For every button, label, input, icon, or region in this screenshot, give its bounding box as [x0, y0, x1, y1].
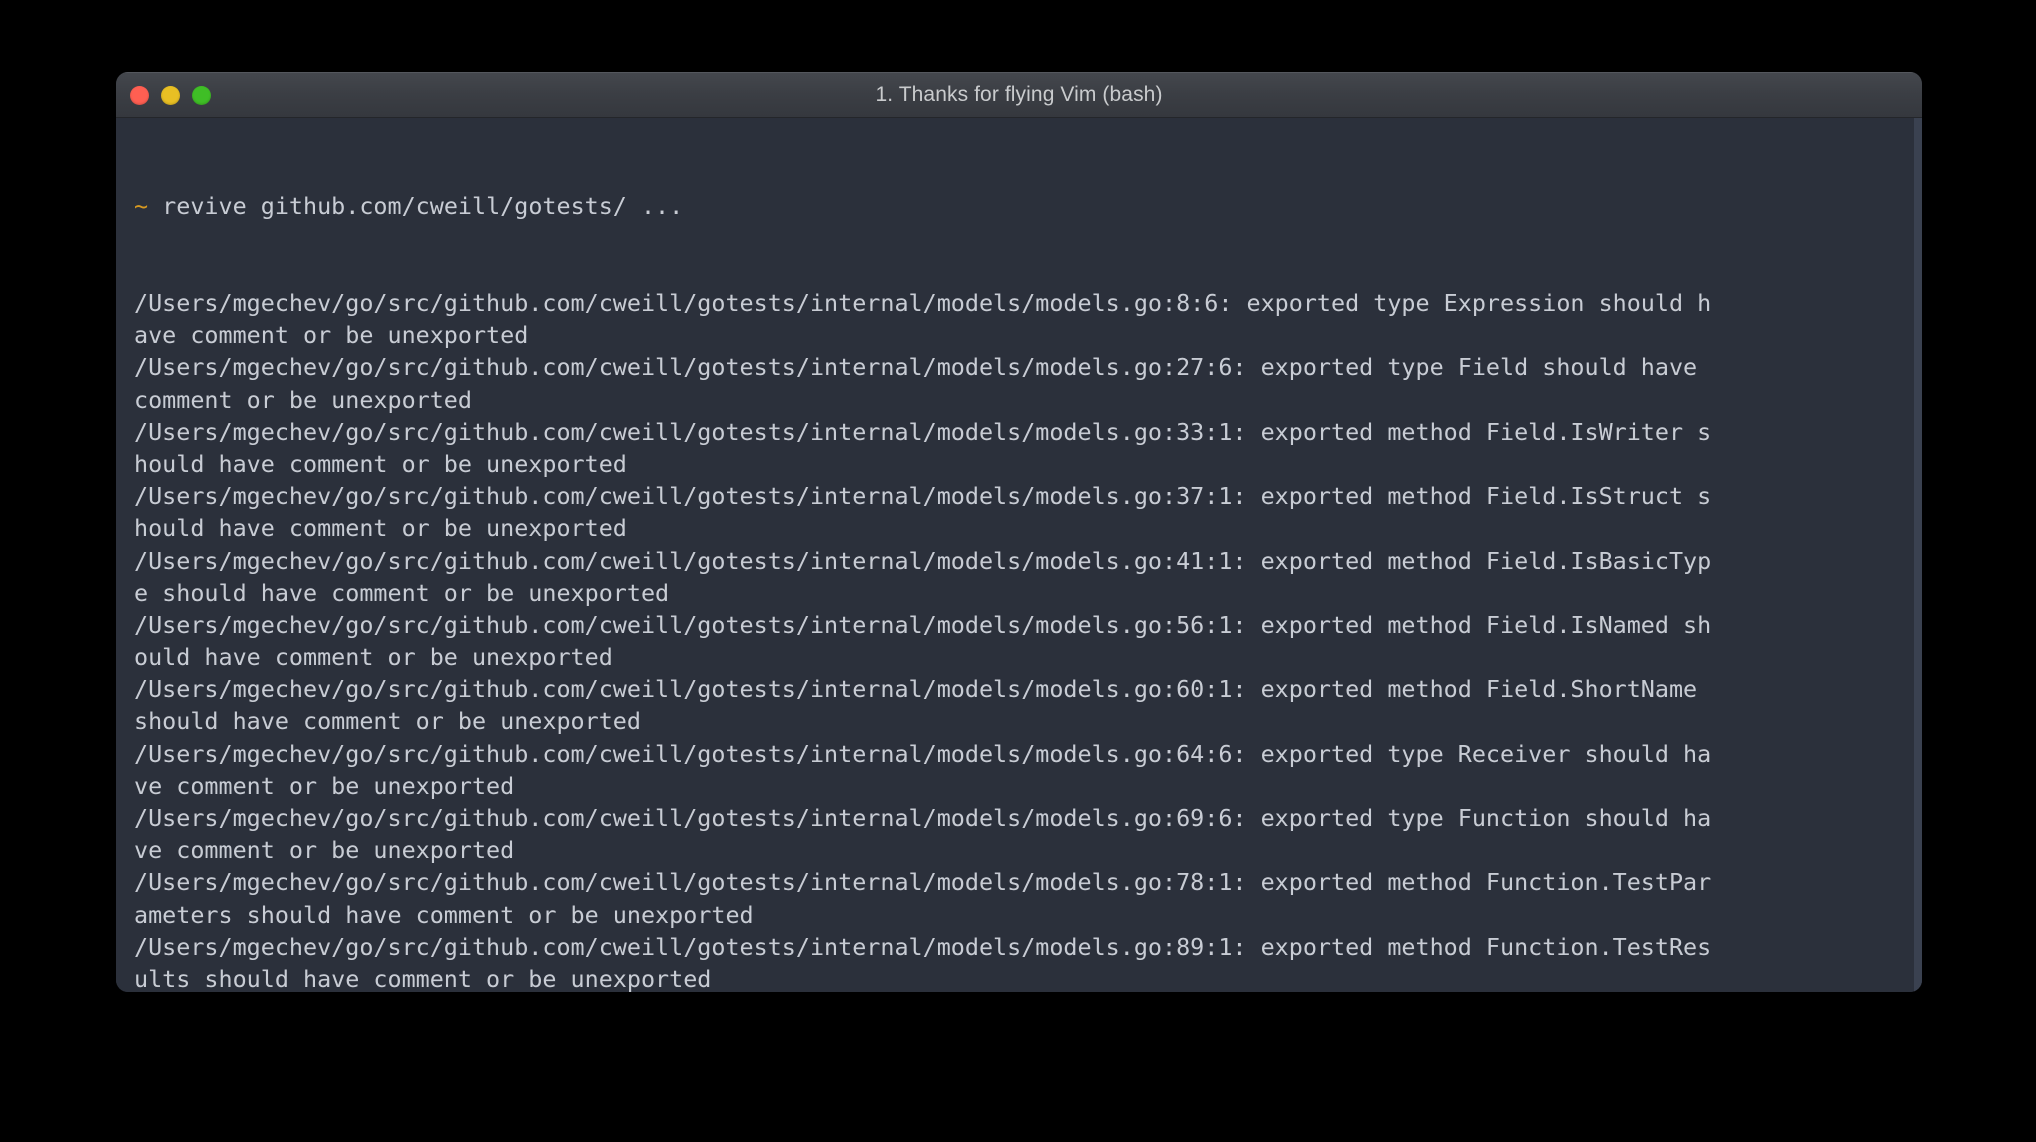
terminal-output-line: /Users/mgechev/go/src/github.com/cweill/…: [134, 482, 1712, 511]
minimize-window-button[interactable]: [161, 85, 180, 105]
terminal-output-line: ve comment or be unexported: [134, 836, 515, 865]
terminal-output-line: /Users/mgechev/go/src/github.com/cweill/…: [134, 868, 1712, 897]
terminal-output-line: /Users/mgechev/go/src/github.com/cweill/…: [134, 675, 1698, 704]
terminal-output-line: ave comment or be unexported: [134, 321, 529, 350]
terminal-output-line: /Users/mgechev/go/src/github.com/cweill/…: [134, 804, 1712, 832]
window-title: 1. Thanks for flying Vim (bash): [875, 83, 1163, 106]
window-controls: [130, 73, 211, 117]
terminal-titlebar[interactable]: 1. Thanks for flying Vim (bash): [116, 72, 1922, 118]
close-window-button[interactable]: [130, 85, 149, 105]
terminal-body[interactable]: ~ revive github.com/cweill/gotests/ ... …: [116, 118, 1922, 992]
terminal-output-line: ve comment or be unexported: [134, 771, 515, 800]
terminal-output-line: ameters should have comment or be unexpo…: [134, 900, 754, 929]
terminal-output-line: comment or be unexported: [134, 385, 472, 414]
terminal-output-line: ults should have comment or be unexporte…: [134, 964, 712, 992]
prompt-line: ~ revive github.com/cweill/gotests/ ...: [134, 190, 1904, 222]
terminal-output-line: should have comment or be unexported: [134, 707, 641, 736]
terminal-output-line: /Users/mgechev/go/src/github.com/cweill/…: [134, 739, 1712, 768]
terminal-output-line: hould have comment or be unexported: [134, 449, 627, 478]
prompt-command: revive github.com/cweill/gotests/ ...: [148, 192, 684, 221]
terminal-output-line: hould have comment or be unexported: [134, 514, 627, 543]
terminal-output-line: ould have comment or be unexported: [134, 643, 613, 672]
terminal-output-line: e should have comment or be unexported: [134, 578, 670, 607]
terminal-output: ~ revive github.com/cweill/gotests/ ... …: [116, 126, 1922, 992]
terminal-output-line: /Users/mgechev/go/src/github.com/cweill/…: [134, 546, 1712, 575]
terminal-output-line: /Users/mgechev/go/src/github.com/cweill/…: [134, 353, 1698, 382]
terminal-output-line: /Users/mgechev/go/src/github.com/cweill/…: [134, 932, 1712, 961]
prompt-symbol: ~: [134, 192, 149, 221]
terminal-output-line: /Users/mgechev/go/src/github.com/cweill/…: [134, 417, 1712, 446]
terminal-window: 1. Thanks for flying Vim (bash) ~ revive…: [116, 72, 1922, 992]
terminal-scrollbar[interactable]: [1914, 118, 1922, 992]
terminal-output-line: /Users/mgechev/go/src/github.com/cweill/…: [134, 610, 1712, 639]
maximize-window-button[interactable]: [192, 85, 211, 105]
terminal-output-line: /Users/mgechev/go/src/github.com/cweill/…: [134, 289, 1712, 317]
desktop-background: 1. Thanks for flying Vim (bash) ~ revive…: [0, 0, 2036, 1142]
